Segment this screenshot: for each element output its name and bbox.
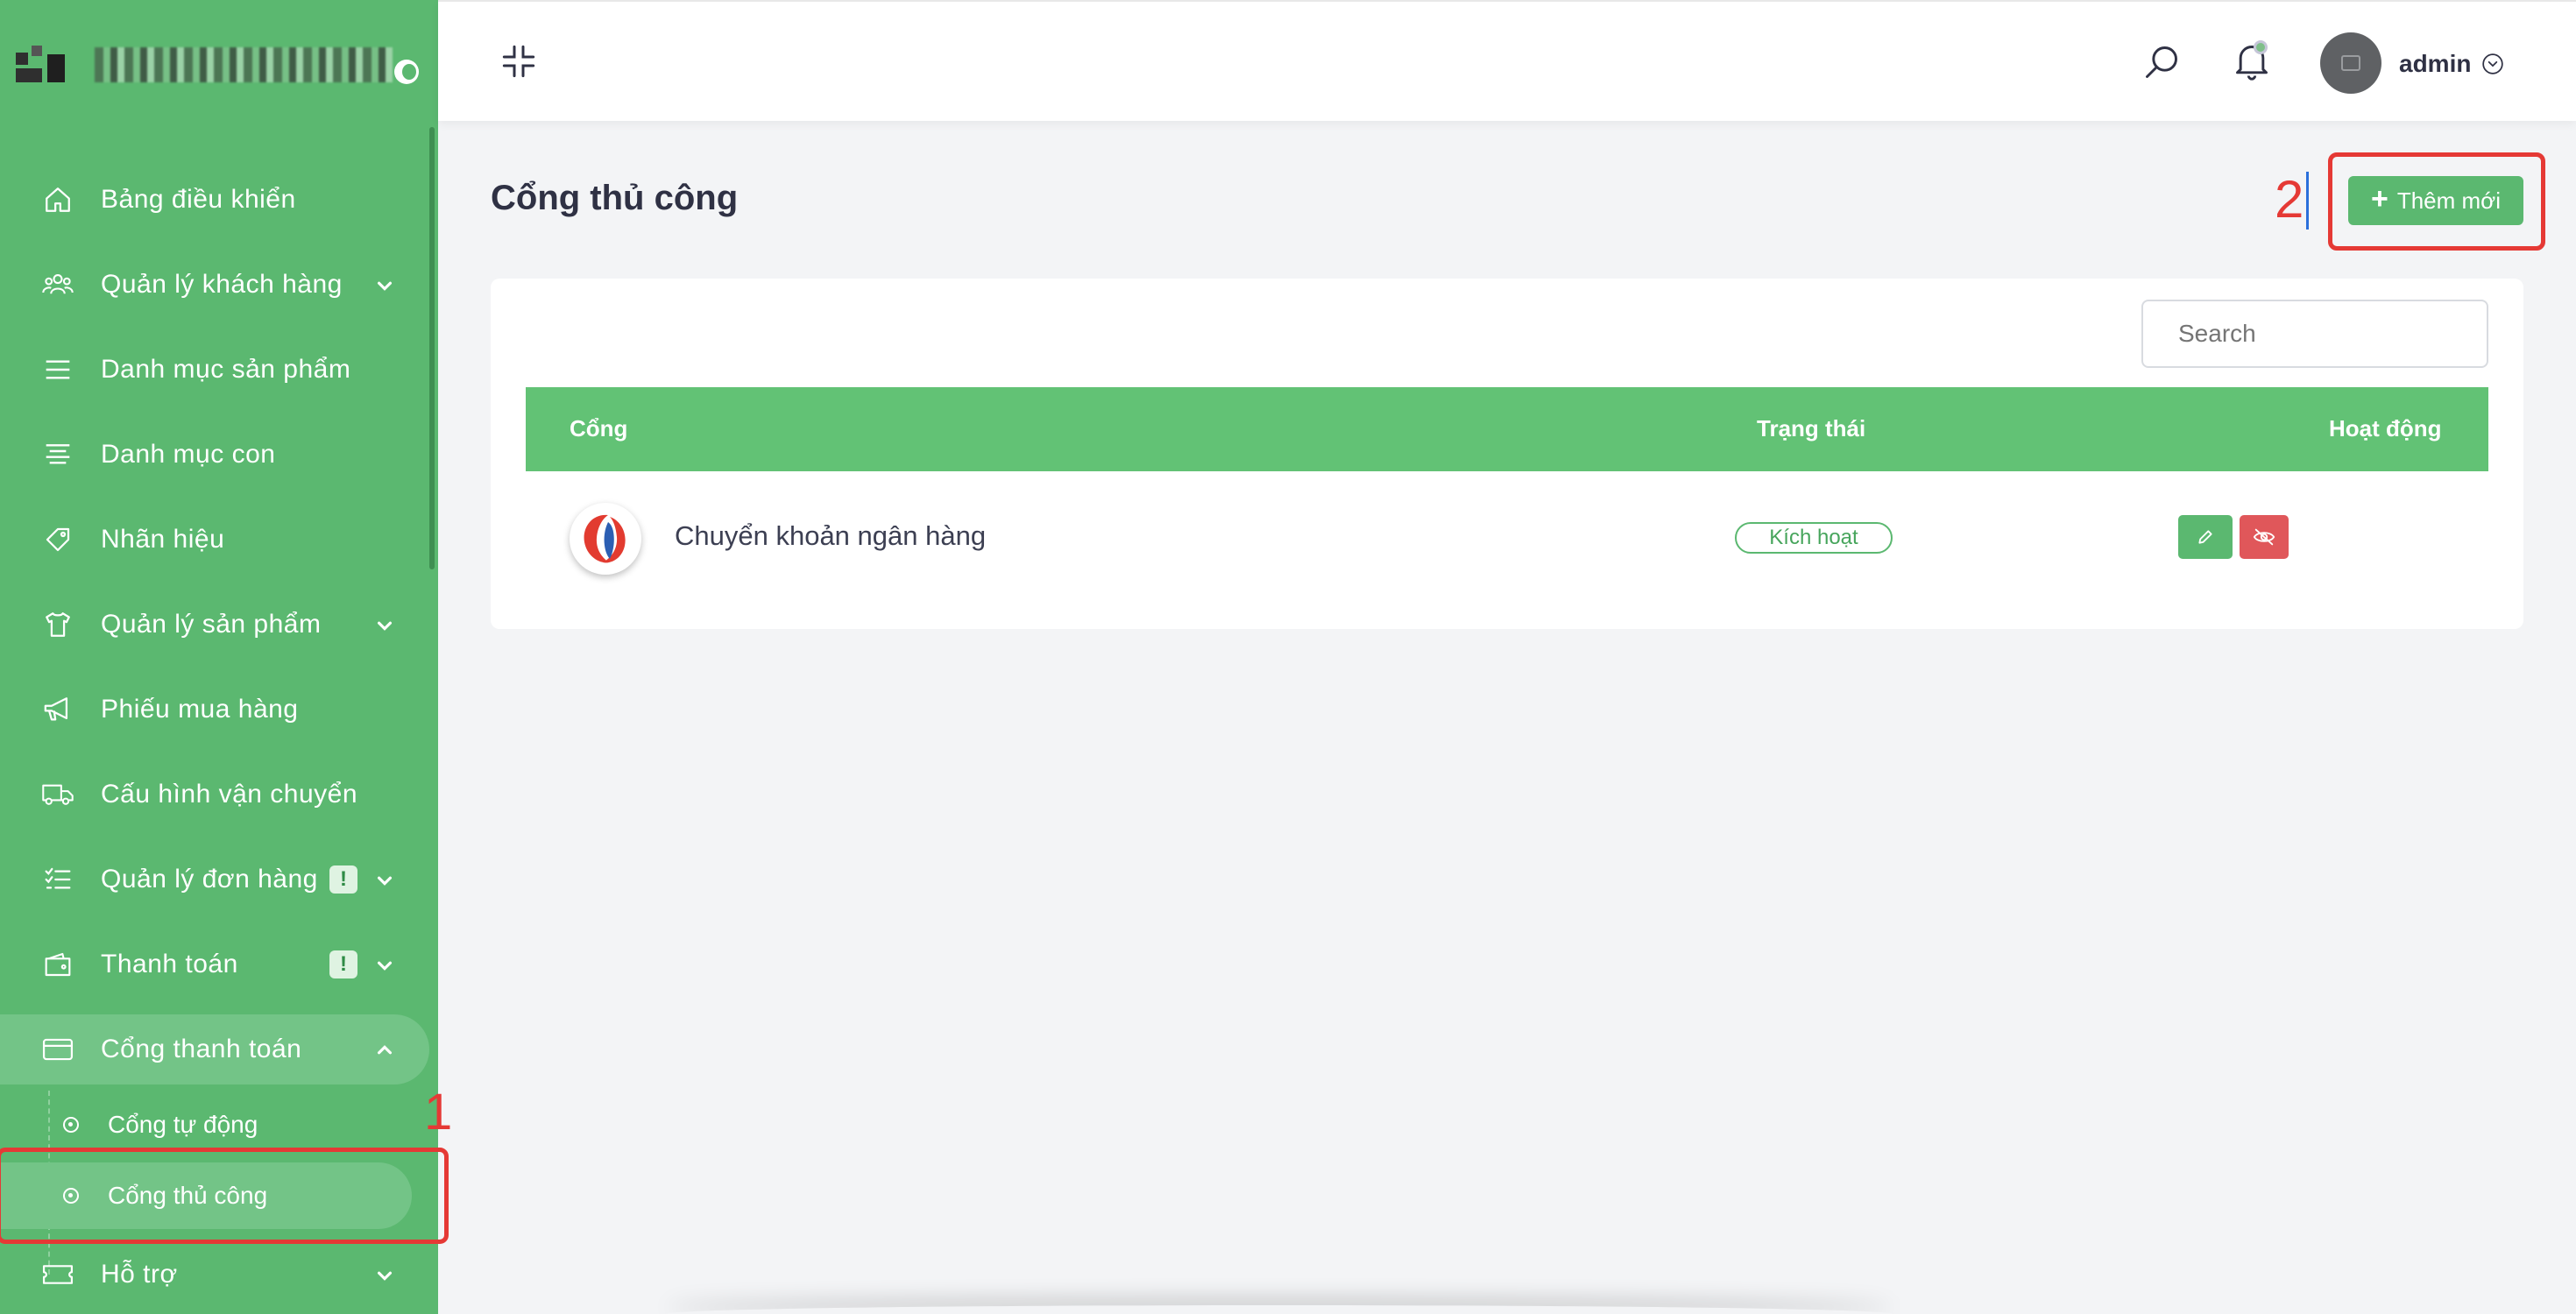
home-icon: [42, 184, 74, 215]
search-input[interactable]: [2141, 300, 2488, 368]
bank-gateway-logo: [570, 503, 641, 575]
sidebar-item-dashboard[interactable]: Bảng điều khiển: [0, 165, 438, 235]
warning-badge: !: [329, 865, 357, 894]
sidebar-item-orders[interactable]: Quản lý đơn hàng !: [0, 844, 438, 915]
shirt-icon: [42, 609, 74, 640]
eye-off-icon: [2253, 528, 2275, 546]
chevron-down-icon: [377, 281, 393, 291]
align-center-icon: [42, 439, 74, 470]
sidebar-subitem-label: Cổng tự động: [108, 1111, 258, 1138]
annotation-box-2: [2328, 152, 2545, 251]
menu-icon: [42, 354, 74, 385]
logo-wordmark-blurred: [95, 47, 393, 82]
column-header-status: Trạng thái: [1757, 415, 1866, 442]
sidebar-item-payments[interactable]: Thanh toán !: [0, 929, 438, 1000]
chevron-up-icon: [377, 1045, 393, 1055]
hide-button[interactable]: [2240, 515, 2289, 559]
annotation-box-1: [0, 1148, 449, 1244]
truck-icon: [42, 779, 74, 810]
image-placeholder-icon: [2341, 55, 2360, 71]
sidebar-item-support[interactable]: Hỗ trợ: [0, 1240, 438, 1310]
gateway-table-card: Cổng Trạng thái Hoạt động Chuyển khoản n…: [491, 279, 2523, 629]
users-icon: [42, 269, 74, 300]
annotation-number-2: 2: [2275, 170, 2304, 229]
column-header-gateway: Cổng: [570, 415, 628, 442]
notification-dot: [2254, 40, 2268, 54]
sidebar-item-label: Quản lý khách hàng: [101, 270, 343, 299]
sidebar-item-label: Quản lý đơn hàng: [101, 865, 318, 894]
user-name[interactable]: admin: [2399, 50, 2471, 78]
sidebar-item-label: Danh mục sản phẩm: [101, 355, 351, 384]
sidebar-item-label: Bảng điều khiển: [101, 185, 296, 214]
collapse-icon[interactable]: [501, 44, 536, 79]
avatar[interactable]: [2320, 32, 2381, 94]
sidebar-item-label: Quản lý sản phẩm: [101, 610, 322, 639]
sidebar-item-label: Thanh toán: [101, 950, 238, 978]
wallet-icon: [42, 949, 74, 980]
megaphone-icon: [42, 694, 74, 725]
sidebar-item-label: Danh mục con: [101, 440, 276, 469]
sidebar-item-label: Cấu hình vận chuyển: [101, 780, 358, 809]
annotation-number-1: 1: [424, 1084, 453, 1141]
sidebar-item-label: Nhãn hiệu: [101, 525, 225, 554]
chevron-down-icon: [377, 961, 393, 971]
table-row: Chuyển khoản ngân hàng Kích hoạt: [526, 471, 2488, 603]
logo-mark: [16, 46, 68, 84]
sidebar-item-payment-gateways[interactable]: Cổng thanh toán: [0, 1014, 429, 1084]
column-header-actions: Hoạt động: [2329, 415, 2442, 442]
sidebar-item-vouchers[interactable]: Phiếu mua hàng: [0, 675, 438, 745]
tag-icon: [42, 524, 74, 555]
chevron-down-circle-icon[interactable]: [2481, 53, 2504, 75]
chevron-down-icon: [377, 1271, 393, 1281]
topbar: admin: [438, 0, 2576, 121]
sidebar-item-label: Hỗ trợ: [101, 1260, 178, 1289]
table-header: Cổng Trạng thái Hoạt động: [526, 387, 2488, 471]
pencil-icon: [2198, 530, 2212, 544]
text-cursor: [2306, 172, 2309, 230]
chevron-down-icon: [377, 621, 393, 631]
sidebar-item-label: Cổng thanh toán: [101, 1035, 302, 1063]
sidebar-item-brands[interactable]: Nhãn hiệu: [0, 505, 438, 575]
edit-button[interactable]: [2178, 515, 2233, 559]
search-icon[interactable]: [2142, 43, 2181, 81]
sidebar: Bảng điều khiển Quản lý khách hàng Danh …: [0, 0, 438, 1314]
chevron-down-icon: [377, 876, 393, 886]
theme-moon-icon[interactable]: [394, 60, 419, 84]
checklist-icon: [42, 864, 74, 895]
circle-dot-icon: [63, 1117, 79, 1133]
page-title: Cổng thủ công: [491, 179, 739, 217]
ticket-icon: [42, 1259, 74, 1290]
brand-logo[interactable]: [16, 39, 419, 91]
credit-card-icon: [42, 1034, 74, 1065]
sidebar-item-customers[interactable]: Quản lý khách hàng: [0, 250, 438, 320]
bottom-shadow: [666, 1305, 1893, 1314]
warning-badge: !: [329, 950, 357, 978]
status-badge: Kích hoạt: [1735, 522, 1893, 554]
sidebar-item-label: Phiếu mua hàng: [101, 695, 299, 724]
sidebar-item-subcategories[interactable]: Danh mục con: [0, 420, 438, 490]
sidebar-item-shipping-config[interactable]: Cấu hình vận chuyển: [0, 759, 438, 830]
gateway-name: Chuyển khoản ngân hàng: [675, 520, 987, 551]
sidebar-item-product-categories[interactable]: Danh mục sản phẩm: [0, 335, 438, 405]
sidebar-item-products[interactable]: Quản lý sản phẩm: [0, 590, 438, 660]
